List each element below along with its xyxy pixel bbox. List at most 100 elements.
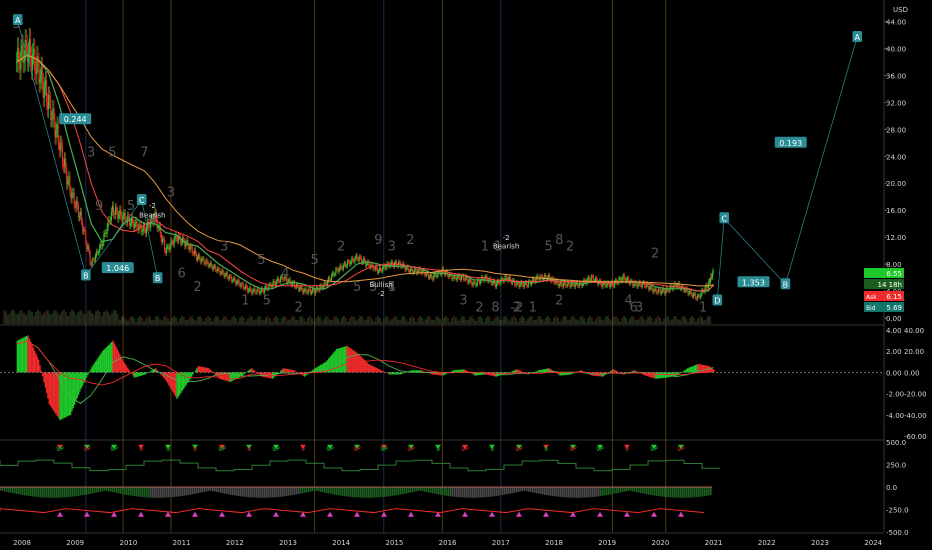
indicator-bar xyxy=(186,487,188,496)
candle-body xyxy=(376,268,378,273)
indicator-bar xyxy=(446,487,448,496)
oscillator-bar xyxy=(390,372,392,375)
annotation-label: 1.046 xyxy=(106,264,129,273)
indicator-bar xyxy=(328,487,330,494)
indicator-bar xyxy=(70,487,72,497)
candle-body xyxy=(664,291,666,294)
chart-canvas[interactable]: 3395573462351545252313942823112-21528246… xyxy=(0,0,932,550)
candle-body xyxy=(194,249,197,254)
indicator-bar xyxy=(502,487,504,495)
candle-body xyxy=(45,80,48,102)
indicator-bar xyxy=(686,487,688,498)
price-y-tick-label: 12.00 xyxy=(886,234,906,242)
candle-body xyxy=(404,266,406,271)
candle-body xyxy=(469,278,471,282)
indicator-bar xyxy=(282,487,284,497)
indicator-bar xyxy=(650,487,652,495)
candle-body xyxy=(592,276,594,282)
oscillator-bar xyxy=(18,339,20,373)
candle-body xyxy=(94,255,97,261)
candle-body xyxy=(204,263,206,265)
oscillator-bar xyxy=(689,367,692,373)
indicator-bar xyxy=(440,487,442,495)
candle-body xyxy=(250,287,252,292)
candle-body xyxy=(478,280,481,284)
candle-body xyxy=(353,260,355,263)
candle-body xyxy=(436,276,438,277)
indicator-bar xyxy=(598,487,600,497)
oscillator-bar xyxy=(107,345,109,373)
indicator-bar xyxy=(490,487,492,497)
indicator-bar xyxy=(402,487,404,495)
annotation-text: Bearish xyxy=(139,212,165,220)
candle-body xyxy=(294,286,297,288)
indicator-bar xyxy=(116,487,118,493)
candle-body xyxy=(351,258,353,263)
indicator-bar xyxy=(300,487,302,494)
oscillator-bar xyxy=(386,372,388,374)
indicator-bar xyxy=(28,487,30,496)
indicator-bar xyxy=(298,487,300,494)
indicator-bar xyxy=(134,487,136,497)
candle-body xyxy=(112,205,115,215)
candle-body xyxy=(512,280,515,281)
candle-body xyxy=(144,229,147,234)
indicator-bar xyxy=(192,487,194,495)
x-tick-label: 2014 xyxy=(332,539,350,547)
oscillator-bar xyxy=(65,372,68,417)
oscillator-bar xyxy=(252,369,254,373)
candle-body xyxy=(208,265,210,267)
candle-body xyxy=(41,66,43,82)
oscillator-bar xyxy=(197,366,199,373)
candle-body xyxy=(305,288,307,293)
candle-body xyxy=(38,62,40,84)
indicator-bar xyxy=(544,487,546,495)
indicator-bar xyxy=(536,487,538,494)
candle-body xyxy=(160,234,162,242)
price-tag-name: Bid xyxy=(866,305,876,312)
candle-body xyxy=(569,283,571,287)
candle-body xyxy=(354,258,356,263)
indicator-bar xyxy=(314,487,316,491)
indicator-bar xyxy=(496,487,498,496)
oscillator-bar xyxy=(377,368,379,373)
oscillator-bar xyxy=(141,372,144,376)
candle-body xyxy=(658,288,660,290)
oscillator-bar xyxy=(85,372,88,378)
candle-body xyxy=(587,276,589,280)
indicator-bar xyxy=(370,487,372,498)
candle-body xyxy=(54,120,56,138)
indicator-bar xyxy=(674,487,676,498)
candle-body xyxy=(409,269,411,273)
candle-body xyxy=(213,265,216,267)
candle-body xyxy=(360,257,363,263)
oscillator-bar xyxy=(51,372,53,409)
candle-body xyxy=(339,265,341,270)
candle-body xyxy=(141,231,143,233)
candle-body xyxy=(34,48,36,71)
oscillator-bar xyxy=(339,347,342,373)
candle-body xyxy=(265,285,267,289)
signal-label: 9P xyxy=(596,446,604,453)
candle-body xyxy=(239,284,241,287)
annotation-label: A xyxy=(854,33,860,42)
candle-body xyxy=(110,211,112,221)
oscillator-bar xyxy=(111,341,113,373)
oscillator-bar xyxy=(22,337,24,373)
x-tick-label: 2011 xyxy=(173,539,191,547)
indicator-bar xyxy=(152,487,154,498)
candle-body xyxy=(350,262,352,265)
indicator-bar xyxy=(330,487,332,494)
oscillator-y-tick-label-left: 4.00 xyxy=(886,327,902,335)
candle-body xyxy=(619,278,621,279)
indicator-bar xyxy=(252,487,254,498)
oscillator-bar xyxy=(53,372,56,413)
annotation-label: C xyxy=(139,196,145,205)
oscillator-y-tick-label-right: 0.00 xyxy=(904,369,920,377)
oscillator-bar xyxy=(93,363,96,373)
indicator-bar xyxy=(360,487,362,498)
oscillator-bar xyxy=(382,371,384,373)
indicator-bar xyxy=(358,487,360,498)
candle-body xyxy=(362,258,365,262)
candle-body xyxy=(620,278,622,282)
